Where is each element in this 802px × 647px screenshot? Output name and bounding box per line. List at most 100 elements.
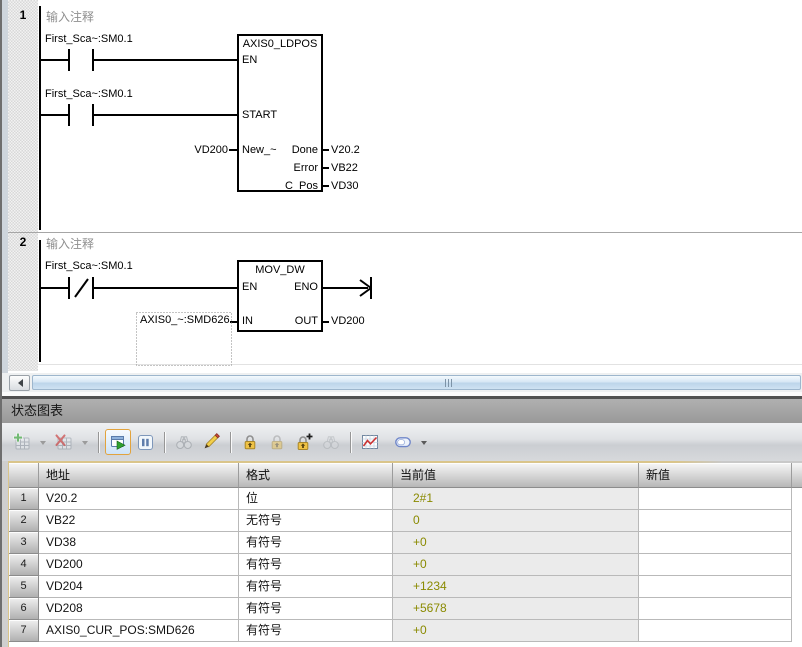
cpos-operand[interactable]: VD30: [331, 180, 359, 193]
cell-format[interactable]: 有符号: [239, 532, 393, 554]
row-number[interactable]: 2: [9, 510, 39, 532]
trend-view-icon: [360, 432, 380, 452]
force-lock-icon: [240, 432, 260, 452]
tag-button[interactable]: [390, 429, 416, 455]
pin-done-label: Done: [268, 144, 318, 157]
chart-status-run-button[interactable]: [105, 429, 131, 455]
tag-dropdown[interactable]: [417, 429, 430, 455]
cell-current-value[interactable]: 2#1: [393, 488, 639, 510]
cell-current-value[interactable]: +0: [393, 620, 639, 642]
table-row: 2 VB22 无符号 0: [9, 510, 792, 532]
cell-address[interactable]: AXIS0_CUR_POS:SMD626: [39, 620, 239, 642]
row-number[interactable]: 7: [9, 620, 39, 642]
pin-eno-label: ENO: [268, 281, 318, 294]
table-header-row: 地址 格式 当前值 新值: [9, 463, 802, 488]
cell-format[interactable]: 位: [239, 488, 393, 510]
row-number[interactable]: 1: [9, 488, 39, 510]
table-row: 3 VD38 有符号 +0: [9, 532, 792, 554]
toolbar-separator: [98, 432, 99, 453]
mov-dw-block-title[interactable]: MOV_DW: [238, 264, 322, 277]
cell-current-value[interactable]: +0: [393, 532, 639, 554]
window-left-border: [0, 0, 2, 647]
cell-address[interactable]: VD208: [39, 598, 239, 620]
status-chart-table: 地址 格式 当前值 新值 1 V20.2 位 2#1 2 VB22 无符号 0 …: [0, 461, 802, 647]
mov-output-operand[interactable]: VD200: [331, 315, 365, 328]
toolbar-separator: [164, 432, 165, 453]
network1-comment[interactable]: 输入注释: [46, 8, 94, 25]
cell-new-value[interactable]: [639, 598, 792, 620]
cell-address[interactable]: V20.2: [39, 488, 239, 510]
scrollbar-grip-icon: [445, 379, 452, 387]
axis0-ldpos-block-title[interactable]: AXIS0_LDPOS: [238, 38, 322, 51]
cell-current-value[interactable]: +0: [393, 554, 639, 576]
network2-contact-operand[interactable]: First_Sca~:SM0.1: [45, 260, 133, 273]
unforce-lock-icon: [267, 432, 287, 452]
scrollbar-thumb[interactable]: [32, 375, 801, 390]
pause-status-button[interactable]: [132, 429, 158, 455]
pencil-write-icon: [201, 432, 221, 452]
mov-input-operand[interactable]: AXIS0_~:SMD626: [140, 314, 230, 327]
force-button[interactable]: [237, 429, 263, 455]
header-new-value: 新值: [639, 463, 792, 488]
header-current-value: 当前值: [393, 463, 639, 488]
unforce-button[interactable]: [264, 429, 290, 455]
insert-row-icon: [12, 432, 32, 452]
table-row: 6 VD208 有符号 +5678: [9, 598, 792, 620]
chart-status-run-icon: [108, 432, 128, 452]
row-number[interactable]: 3: [9, 532, 39, 554]
table-row: 1 V20.2 位 2#1: [9, 488, 792, 510]
network1-number: 1: [12, 8, 34, 22]
read-status-button[interactable]: [171, 429, 197, 455]
header-format: 格式: [239, 463, 393, 488]
network2-comment[interactable]: 输入注释: [46, 235, 94, 252]
horizontal-scrollbar[interactable]: [2, 373, 802, 392]
cell-format[interactable]: 有符号: [239, 576, 393, 598]
cell-new-value[interactable]: [639, 576, 792, 598]
network1-contact2-operand[interactable]: First_Sca~:SM0.1: [45, 88, 133, 101]
row-number[interactable]: 6: [9, 598, 39, 620]
trend-view-button[interactable]: [357, 429, 383, 455]
block-input-operand[interactable]: VD200: [168, 144, 228, 157]
cell-format[interactable]: 有符号: [239, 598, 393, 620]
error-operand[interactable]: VB22: [331, 162, 358, 175]
cell-current-value[interactable]: +1234: [393, 576, 639, 598]
pin-error-label: Error: [268, 162, 318, 175]
row-number[interactable]: 4: [9, 554, 39, 576]
cell-new-value[interactable]: [639, 510, 792, 532]
pause-icon: [135, 432, 155, 452]
cell-format[interactable]: 有符号: [239, 554, 393, 576]
status-chart-toolbar: [2, 423, 802, 461]
delete-row-dropdown[interactable]: [78, 429, 91, 455]
chevron-down-icon: [40, 441, 46, 448]
cell-address[interactable]: VD204: [39, 576, 239, 598]
cell-new-value[interactable]: [639, 488, 792, 510]
cell-address[interactable]: VD200: [39, 554, 239, 576]
row-number[interactable]: 5: [9, 576, 39, 598]
cell-new-value[interactable]: [639, 554, 792, 576]
header-gutter-cell: [9, 463, 39, 488]
cell-new-value[interactable]: [639, 532, 792, 554]
write-values-button[interactable]: [198, 429, 224, 455]
scroll-left-button[interactable]: [9, 375, 30, 391]
cell-new-value[interactable]: [639, 620, 792, 642]
cell-address[interactable]: VB22: [39, 510, 239, 532]
read-forced-binoculars-icon: [321, 432, 341, 452]
insert-row-button[interactable]: [9, 429, 35, 455]
cell-current-value[interactable]: +5678: [393, 598, 639, 620]
cell-current-value[interactable]: 0: [393, 510, 639, 532]
cell-address[interactable]: VD38: [39, 532, 239, 554]
network1-contact1-operand[interactable]: First_Sca~:SM0.1: [45, 33, 133, 46]
delete-row-button[interactable]: [51, 429, 77, 455]
scroll-left-arrow-icon: [14, 379, 23, 387]
cell-format[interactable]: 无符号: [239, 510, 393, 532]
pin-in-label: IN: [242, 315, 253, 328]
insert-row-dropdown[interactable]: [36, 429, 49, 455]
toolbar-separator: [350, 432, 351, 453]
table-row: 5 VD204 有符号 +1234: [9, 576, 792, 598]
done-operand[interactable]: V20.2: [331, 144, 360, 157]
cell-format[interactable]: 有符号: [239, 620, 393, 642]
program-editor-pane: 1 输入注释 First_Sca~:SM0.1 First_Sca~:SM0.1…: [0, 0, 802, 373]
read-all-forced-button[interactable]: [318, 429, 344, 455]
network2-number: 2: [12, 235, 34, 249]
force-all-button[interactable]: [291, 429, 317, 455]
